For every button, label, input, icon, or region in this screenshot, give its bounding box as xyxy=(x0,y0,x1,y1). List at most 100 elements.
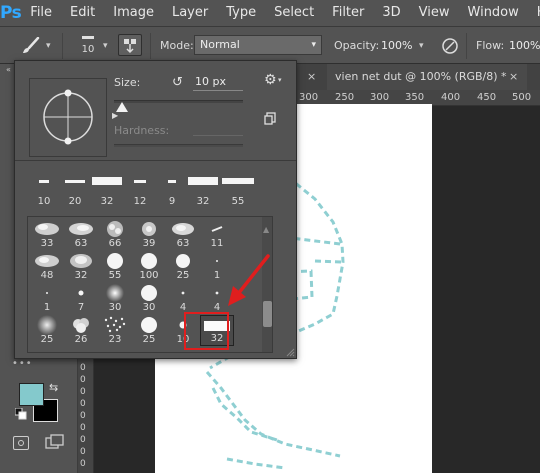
scrollbar-thumb[interactable] xyxy=(263,301,272,327)
brush-thumbnail xyxy=(35,223,59,235)
pressure-icon[interactable] xyxy=(441,37,459,55)
gear-caret-icon[interactable]: ▾ xyxy=(278,76,282,84)
menu-window[interactable]: Window xyxy=(459,0,528,26)
brush-preset[interactable]: 32 xyxy=(64,251,98,282)
brush-preset[interactable]: 63 xyxy=(166,219,200,250)
brush-preset[interactable]: 63 xyxy=(64,219,98,250)
size-slider-track[interactable] xyxy=(114,100,243,103)
brush-preset[interactable]: 23 xyxy=(98,315,132,346)
recent-brush[interactable]: 9 xyxy=(157,174,187,210)
resize-grip-icon[interactable] xyxy=(285,347,295,357)
ruler-label: 250 xyxy=(335,92,355,103)
brush-size-label: 32 xyxy=(74,270,88,281)
brush-thumbnail xyxy=(104,316,126,333)
flow-value[interactable]: 100% xyxy=(509,39,540,52)
quick-mask-icon[interactable] xyxy=(13,436,29,450)
brush-stroke-preview xyxy=(134,180,146,183)
menu-layer[interactable]: Layer xyxy=(163,0,217,26)
brush-preset[interactable]: 25 xyxy=(30,315,64,346)
options-divider xyxy=(62,33,63,59)
brush-preset[interactable]: 1 xyxy=(30,283,64,314)
menu-image[interactable]: Image xyxy=(104,0,163,26)
opacity-value[interactable]: 100% xyxy=(381,39,412,52)
brush-size-label: 25 xyxy=(176,270,190,281)
menu-view[interactable]: View xyxy=(410,0,459,26)
brush-preview-bar xyxy=(82,36,94,39)
brush-preset[interactable]: 30 xyxy=(98,283,132,314)
brush-icon[interactable] xyxy=(20,37,40,55)
vertical-ruler: 0 0 0 0 0 0 0 0 0 xyxy=(78,359,94,473)
brush-size-label: 66 xyxy=(108,238,122,249)
brush-preset[interactable]: 66 xyxy=(98,219,132,250)
ruler-label: 450 xyxy=(477,92,497,103)
hardness-slider-track[interactable] xyxy=(114,144,243,147)
collapse-icon[interactable]: « xyxy=(6,65,11,74)
recent-brush[interactable]: 55 xyxy=(222,174,254,210)
default-colors-icon[interactable] xyxy=(15,408,27,420)
brush-thumbnail xyxy=(141,285,157,301)
brush-grid-scrollbar[interactable]: ▲ xyxy=(262,217,272,352)
brush-preset-caret-icon[interactable]: ▾ xyxy=(103,41,108,51)
brush-preset[interactable]: 4 xyxy=(200,283,234,314)
brush-thumbnail xyxy=(107,221,123,237)
menu-3d[interactable]: 3D xyxy=(373,0,409,26)
hardness-input[interactable] xyxy=(193,135,243,136)
brush-preset[interactable]: 7 xyxy=(64,283,98,314)
new-preset-icon[interactable] xyxy=(264,112,276,125)
brush-preset[interactable]: 25 xyxy=(166,251,200,282)
close-icon[interactable]: × xyxy=(307,64,316,90)
more-tools-icon[interactable]: ••• xyxy=(12,358,33,369)
brush-stroke-preview xyxy=(222,178,254,184)
brush-thumbnail xyxy=(181,291,185,295)
opacity-label: Opacity: xyxy=(334,39,380,52)
brush-thumbnail xyxy=(172,223,194,235)
brush-thumbnail xyxy=(70,254,92,268)
document-tab[interactable]: vien net dut @ 100% (RGB/8) * xyxy=(327,64,527,90)
brush-preset[interactable]: 25 xyxy=(132,315,166,346)
brush-size-label: 9 xyxy=(168,196,176,207)
recent-brush[interactable]: 20 xyxy=(60,174,90,210)
brush-preset[interactable]: 33 xyxy=(30,219,64,250)
recent-brush[interactable]: 10 xyxy=(29,174,59,210)
tool-preset-caret-icon[interactable]: ▾ xyxy=(46,41,51,51)
panel-divider xyxy=(15,160,296,161)
mode-select[interactable]: Normal ▾ xyxy=(194,35,322,55)
screen-mode-icon[interactable] xyxy=(45,434,65,450)
recent-brush[interactable]: 32 xyxy=(188,174,218,210)
menu-filter[interactable]: Filter xyxy=(323,0,373,26)
recent-brush[interactable]: 12 xyxy=(125,174,155,210)
menu-file[interactable]: File xyxy=(21,0,61,26)
brush-preset[interactable]: 4 xyxy=(166,283,200,314)
gear-icon[interactable]: ⚙ xyxy=(264,72,277,88)
menu-select[interactable]: Select xyxy=(265,0,323,26)
photoshop-logo: Ps xyxy=(0,0,22,26)
brush-preset[interactable]: 11 xyxy=(200,219,234,250)
size-slider-thumb[interactable] xyxy=(116,102,128,112)
brush-preset[interactable]: 48 xyxy=(30,251,64,282)
brush-size-label: 12 xyxy=(133,196,147,207)
menu-edit[interactable]: Edit xyxy=(61,0,104,26)
tab-close-icon[interactable]: × xyxy=(509,64,518,90)
hardness-label: Hardness: xyxy=(114,124,170,137)
brush-preset[interactable]: 39 xyxy=(132,219,166,250)
brush-preset[interactable]: 55 xyxy=(98,251,132,282)
foreground-color-swatch[interactable] xyxy=(19,383,44,406)
scroll-up-icon[interactable]: ▲ xyxy=(263,225,269,234)
brush-size-label: 23 xyxy=(108,334,122,345)
brush-angle-preview[interactable] xyxy=(29,78,107,157)
swap-colors-icon[interactable]: ⇆ xyxy=(49,381,58,394)
brush-preset[interactable]: 1 xyxy=(200,251,234,282)
reset-icon[interactable]: ↺ xyxy=(172,75,183,90)
size-input[interactable]: 10 px xyxy=(193,75,243,91)
recent-brush[interactable]: 32 xyxy=(92,174,122,210)
brush-panel-toggle-button[interactable] xyxy=(118,34,142,56)
menu-type[interactable]: Type xyxy=(217,0,265,26)
brush-preset-picker[interactable]: 10 xyxy=(76,32,100,60)
brush-preset[interactable]: 100 xyxy=(132,251,166,282)
brush-preset[interactable]: 30 xyxy=(132,283,166,314)
brush-size-label: 10 xyxy=(37,196,51,207)
brush-preset[interactable]: 26 xyxy=(64,315,98,346)
opacity-caret-icon[interactable]: ▾ xyxy=(419,41,424,51)
ruler-label: 0 xyxy=(80,447,86,457)
menu-help[interactable]: Help xyxy=(528,0,540,26)
